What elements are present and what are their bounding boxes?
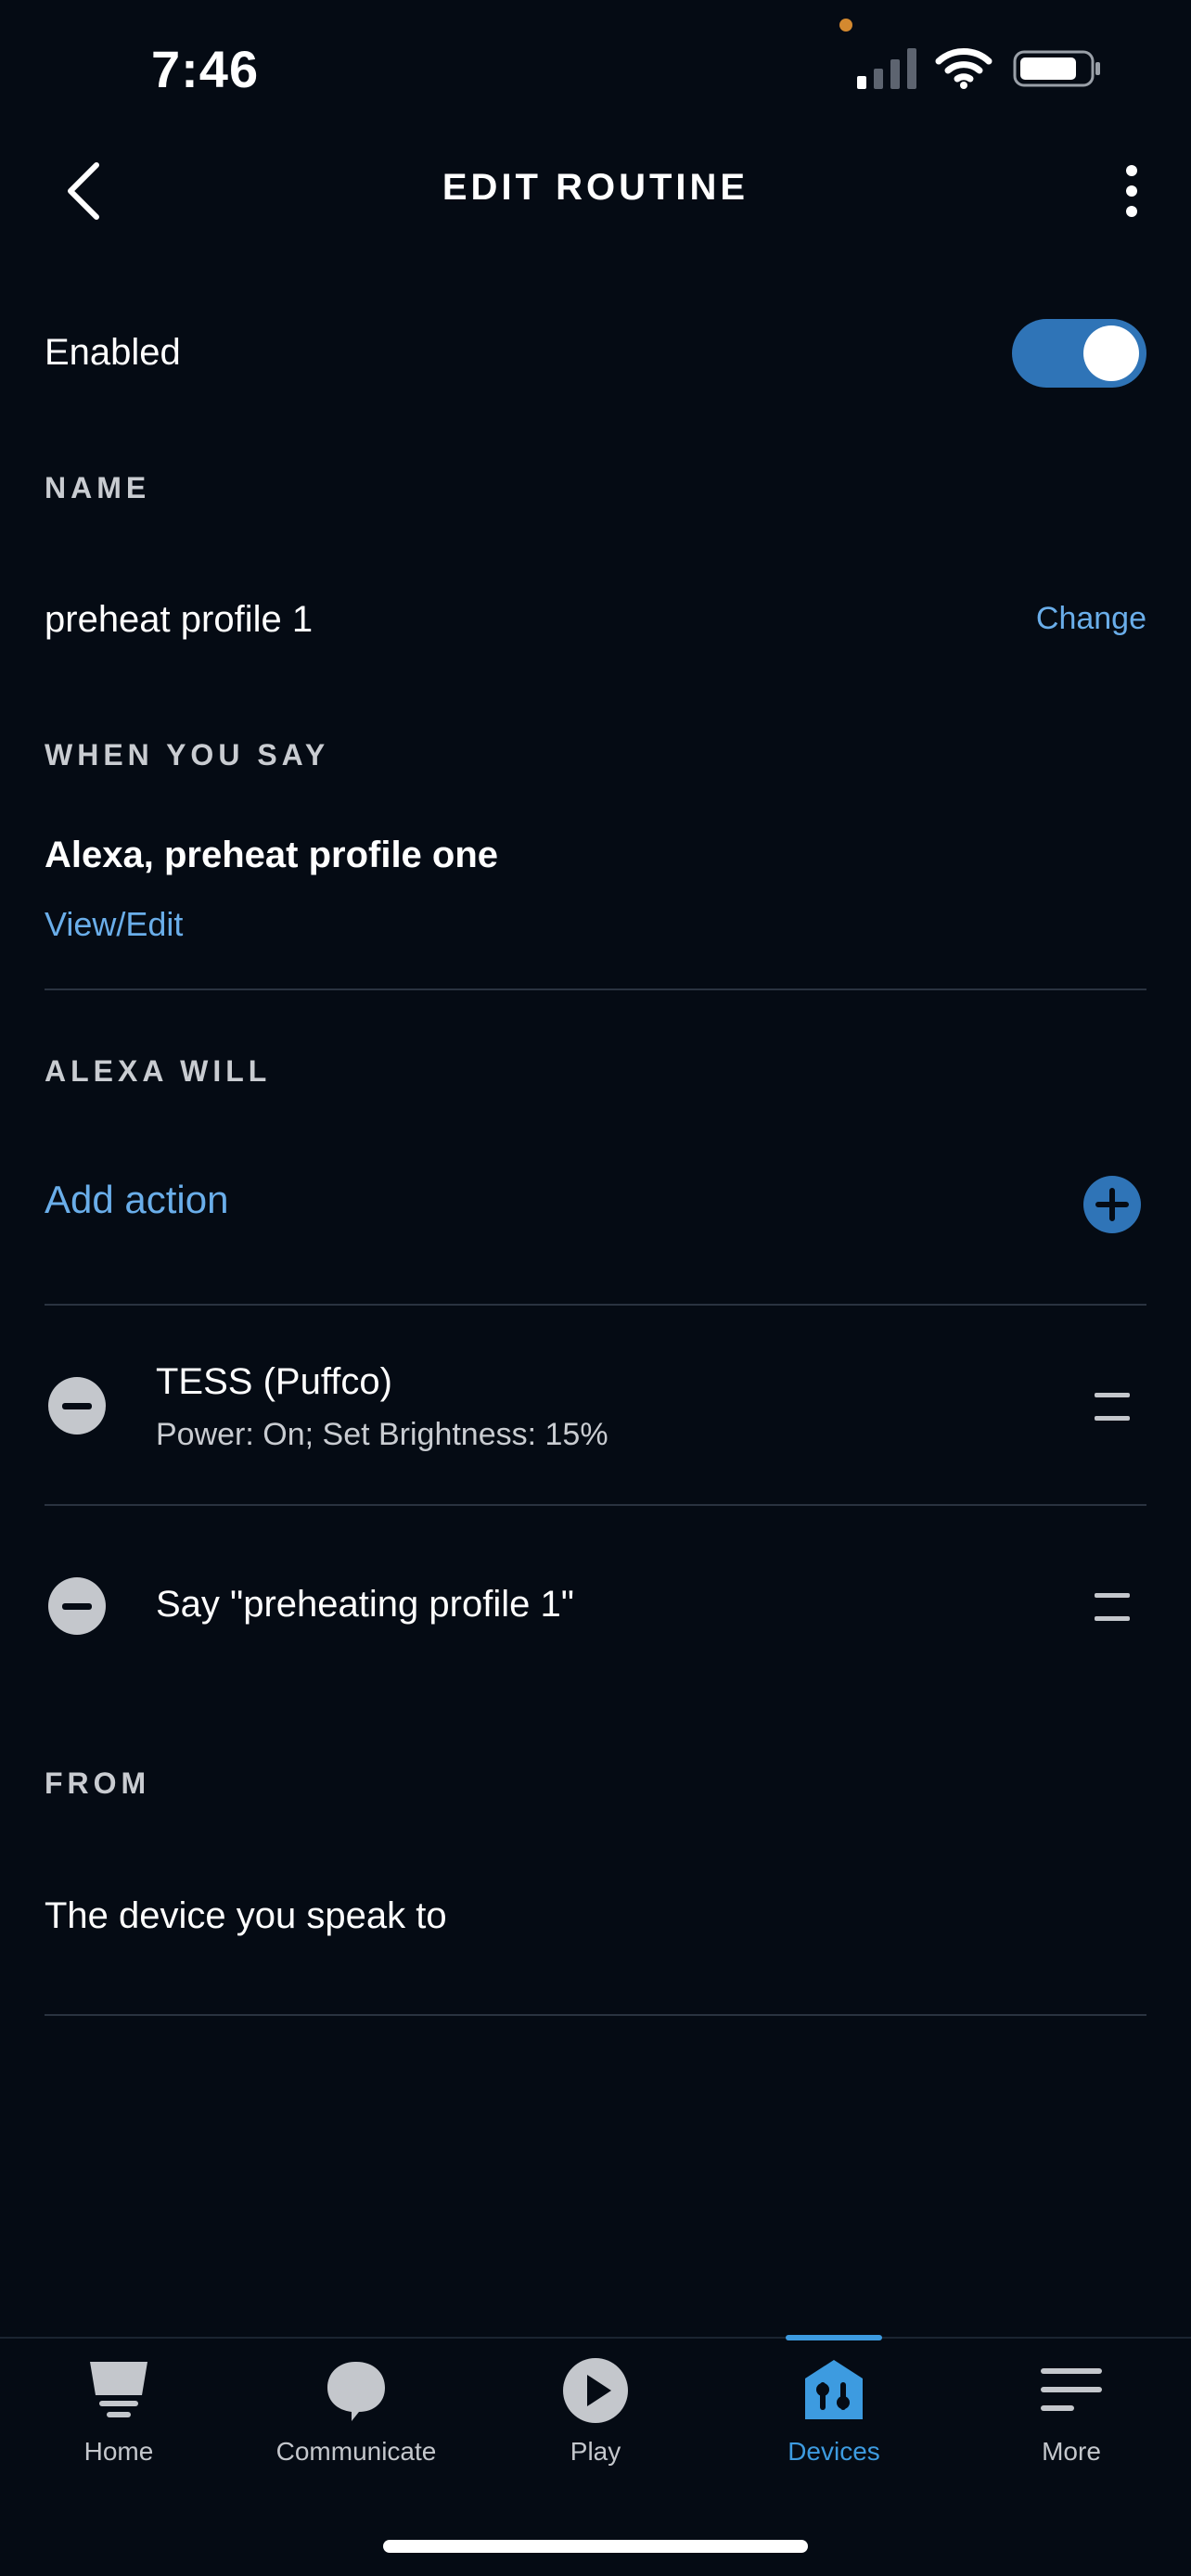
nav-devices[interactable]: Devices — [732, 2355, 936, 2485]
nav-label: Devices — [788, 2437, 880, 2466]
nav-play[interactable]: Play — [493, 2355, 698, 2485]
divider — [45, 1504, 1146, 1506]
toggle-knob — [1083, 325, 1139, 381]
divider — [45, 988, 1146, 990]
status-bar: 7:46 — [0, 0, 1191, 139]
devices-icon — [805, 2360, 863, 2419]
view-edit-link[interactable]: View/Edit — [45, 905, 183, 944]
drag-handle-icon[interactable] — [1095, 1393, 1132, 1421]
nav-label: More — [1042, 2437, 1101, 2466]
more-options-button[interactable] — [1104, 158, 1159, 224]
add-action-button[interactable] — [1083, 1176, 1141, 1233]
nav-home[interactable]: Home — [17, 2355, 221, 2485]
action-title: Say "preheating profile 1" — [156, 1584, 574, 1625]
drag-handle-icon[interactable] — [1095, 1593, 1132, 1621]
alexa-will-header: ALEXA WILL — [45, 1054, 272, 1088]
signal-icon — [857, 48, 916, 89]
from-section-header: FROM — [45, 1766, 151, 1800]
chat-bubble-icon — [327, 2362, 385, 2421]
nav-label: Communicate — [275, 2437, 437, 2466]
home-indicator-bar[interactable] — [383, 2540, 808, 2553]
enabled-toggle[interactable] — [1012, 319, 1146, 388]
enabled-label: Enabled — [45, 332, 181, 373]
nav-communicate[interactable]: Communicate — [254, 2355, 458, 2485]
nav-label: Home — [83, 2437, 154, 2466]
privacy-indicator-dot — [839, 19, 852, 32]
minus-icon — [62, 1602, 92, 1610]
play-icon — [563, 2358, 628, 2423]
battery-icon — [1013, 50, 1100, 87]
change-name-link[interactable]: Change — [1011, 601, 1146, 637]
minus-icon — [62, 1402, 92, 1409]
remove-action-button[interactable] — [48, 1377, 106, 1435]
remove-action-button[interactable] — [48, 1577, 106, 1635]
active-tab-indicator — [786, 2335, 882, 2340]
more-vertical-icon — [1126, 165, 1137, 176]
nav-more[interactable]: More — [969, 2355, 1173, 2485]
trigger-phrase: Alexa, preheat profile one — [45, 835, 499, 875]
action-title: TESS (Puffco) — [156, 1361, 392, 1402]
wifi-icon — [935, 48, 992, 89]
action-subtitle: Power: On; Set Brightness: 15% — [156, 1417, 608, 1452]
menu-icon — [1041, 2368, 1102, 2411]
routine-name: preheat profile 1 — [45, 599, 314, 640]
name-section-header: NAME — [45, 471, 151, 504]
when-you-say-header: WHEN YOU SAY — [45, 738, 330, 772]
home-icon — [90, 2362, 147, 2417]
status-time: 7:46 — [151, 40, 260, 98]
plus-icon — [1095, 1188, 1129, 1221]
from-device[interactable]: The device you speak to — [45, 1895, 447, 1937]
page-title: EDIT ROUTINE — [442, 167, 749, 208]
add-action-link[interactable]: Add action — [45, 1178, 228, 1222]
nav-label: Play — [570, 2437, 621, 2466]
divider — [45, 1304, 1146, 1306]
divider — [45, 2014, 1146, 2016]
